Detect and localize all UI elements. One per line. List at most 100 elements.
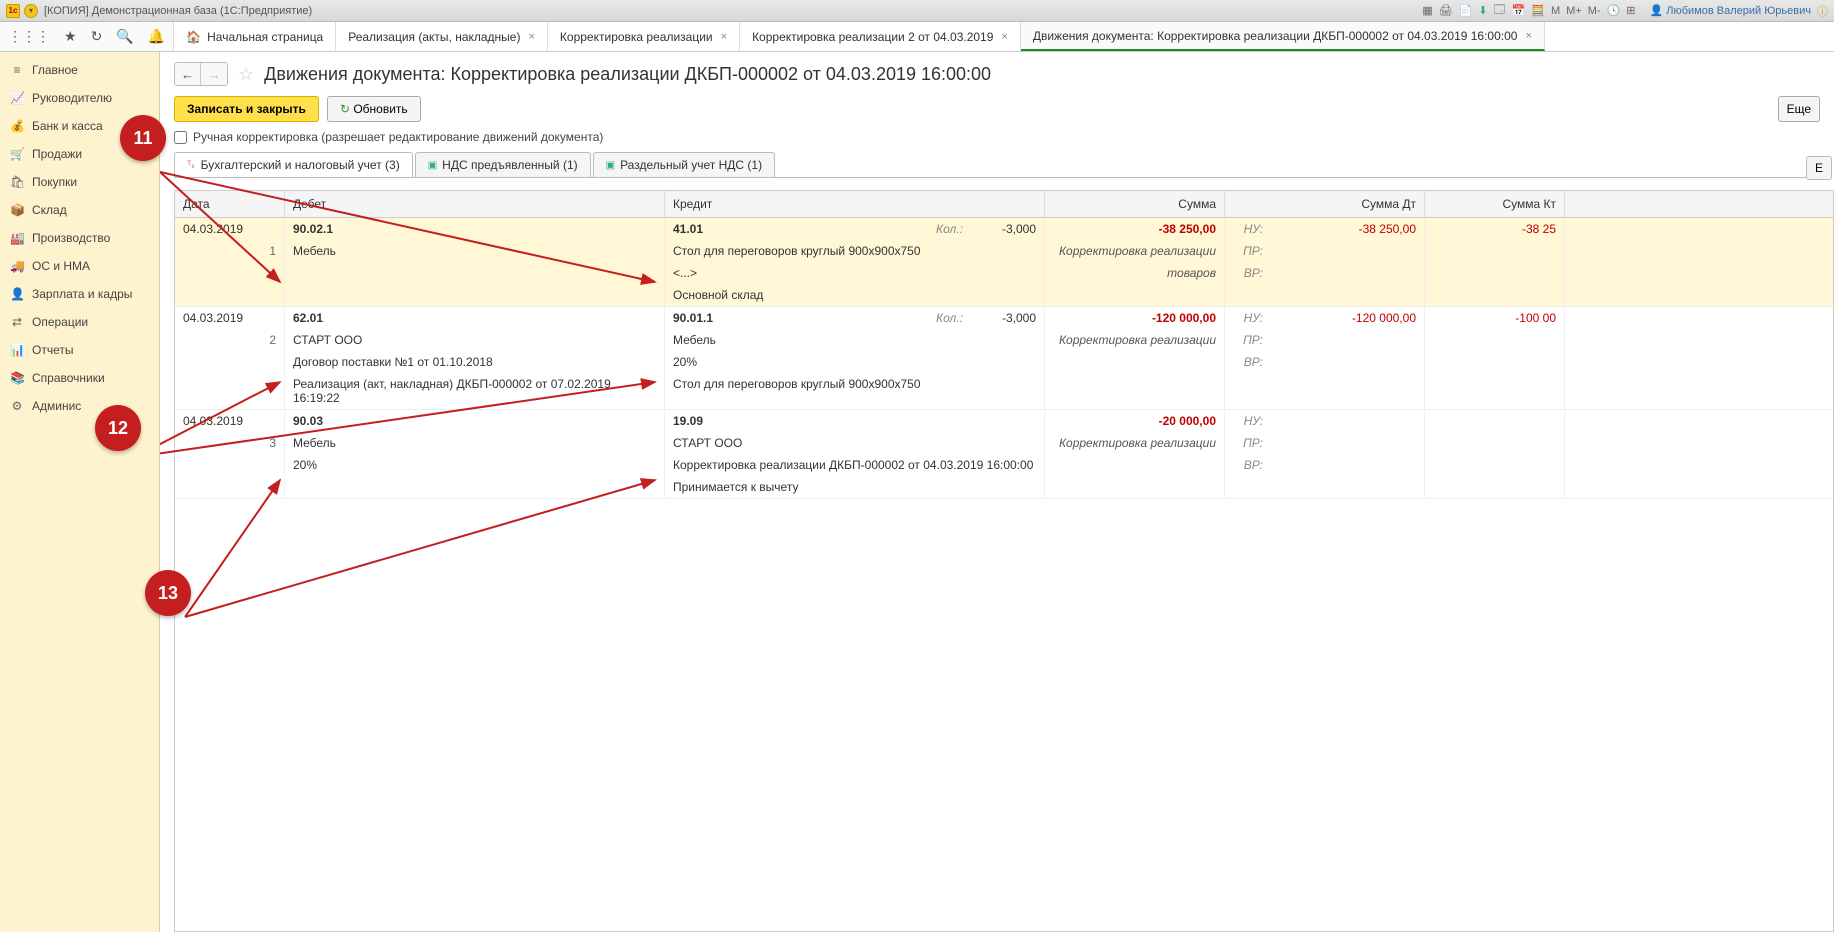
col-date[interactable]: Дата (175, 191, 285, 217)
sidebar-item[interactable]: ⚙ Админис (0, 392, 159, 420)
tab-close-icon[interactable]: × (1001, 31, 1007, 43)
sidebar-icon: ⚙ (10, 399, 24, 413)
app-tab[interactable]: Движения документа: Корректировка реализ… (1021, 22, 1545, 51)
app-menu-icon[interactable]: ▾ (24, 4, 38, 18)
app-tab[interactable]: Корректировка реализации 2 от 04.03.2019… (740, 22, 1021, 51)
sidebar-icon: 📈 (10, 91, 24, 105)
sidebar-item[interactable]: ⇄ Операции (0, 308, 159, 336)
sidebar-label: Справочники (32, 371, 105, 385)
accounting-entry[interactable]: 04.03.201962.0190.01.1Кол.:-3,000-120 00… (175, 307, 1833, 410)
user-label[interactable]: 👤 Любимов Валерий Юрьевич (1649, 4, 1811, 17)
star-icon[interactable]: ★ (64, 28, 77, 45)
info-icon[interactable]: ⓘ (1817, 3, 1828, 19)
windows-icon[interactable]: ⊞ (1626, 4, 1635, 17)
favorite-star-icon[interactable]: ☆ (238, 64, 254, 85)
accounting-entry[interactable]: 04.03.201990.0319.09-20 000,00НУ:3Мебель… (175, 410, 1833, 499)
inner-tab[interactable]: ▣НДС предъявленный (1) (415, 152, 591, 177)
search-icon[interactable]: 🔍 (116, 28, 133, 45)
col-credit[interactable]: Кредит (665, 191, 1045, 217)
sidebar-item[interactable]: 📚 Справочники (0, 364, 159, 392)
sidebar-label: ОС и НМА (32, 259, 90, 273)
sidebar-item[interactable]: 🛍 Покупки (0, 168, 159, 196)
tab-close-icon[interactable]: × (528, 31, 534, 43)
col-sum[interactable]: Сумма (1045, 191, 1225, 217)
mplus-label[interactable]: M+ (1566, 5, 1582, 17)
sidebar-icon: 🏭 (10, 231, 24, 245)
apps-grid-icon[interactable]: ⋮⋮⋮ (8, 28, 50, 45)
save-close-button[interactable]: Записать и закрыть (174, 96, 319, 122)
nav-forward-button[interactable]: → (201, 63, 227, 85)
sidebar-label: Отчеты (32, 343, 73, 357)
app-tab[interactable]: Корректировка реализации× (548, 22, 740, 51)
nav-back-forward: ← → (174, 62, 228, 86)
sidebar-icon: 📚 (10, 371, 24, 385)
sidebar-icon: ≡ (10, 63, 24, 77)
sidebar-item[interactable]: 🚚ОС и НМА (0, 252, 159, 280)
table-header: Дата Дебет Кредит Сумма Сумма Дт Сумма К… (175, 191, 1833, 218)
history-icon[interactable]: ↻ (91, 28, 103, 45)
content-area: ← → ☆ Движения документа: Корректировка … (160, 52, 1834, 932)
sidebar-label: Производство (32, 231, 110, 245)
sidebar-item[interactable]: 📈 Руководителю (0, 84, 159, 112)
sidebar-icon: 🛒 (10, 147, 24, 161)
inner-tab[interactable]: ▣Раздельный учет НДС (1) (593, 152, 775, 177)
movements-table: Дата Дебет Кредит Сумма Сумма Дт Сумма К… (174, 190, 1834, 932)
manual-edit-checkbox[interactable] (174, 131, 187, 144)
sidebar-label: Руководителю (32, 91, 112, 105)
download-icon[interactable]: ⬇ (1478, 4, 1487, 17)
manual-edit-label: Ручная корректировка (разрешает редактир… (193, 130, 603, 144)
clock-icon[interactable]: 🕓 (1607, 4, 1621, 17)
sidebar-label: Зарплата и кадры (32, 287, 132, 301)
sidebar-icon: ⇄ (10, 315, 24, 329)
sidebar-label: Склад (32, 203, 67, 217)
sidebar-item[interactable]: 🛒 Продажи (0, 140, 159, 168)
compare-icon[interactable]: 🗔 (1494, 1, 1506, 20)
sidebar-icon: 💰 (10, 119, 24, 133)
bell-icon[interactable]: 🔔 (148, 28, 165, 45)
tab-register-icon: ᵀₖ (187, 160, 196, 171)
page-title: Движения документа: Корректировка реализ… (264, 64, 991, 85)
sidebar-label: Продажи (32, 147, 82, 161)
tab-home[interactable]: Начальная страница (174, 22, 336, 51)
sidebar-item[interactable]: 🏭 Производство (0, 224, 159, 252)
accounting-entry[interactable]: 04.03.201990.02.141.01Кол.:-3,000-38 250… (175, 218, 1833, 307)
print-icon[interactable]: 🖨 (1439, 4, 1453, 17)
inner-tabs: ᵀₖБухгалтерский и налоговый учет (3)▣НДС… (160, 152, 1834, 177)
sidebar-item[interactable]: 📊 Отчеты (0, 336, 159, 364)
doc-icon[interactable]: 📄 (1459, 4, 1473, 17)
sidebar-label: Админис (32, 399, 81, 413)
more-button[interactable]: Еще (1778, 96, 1820, 122)
refresh-button[interactable]: Обновить (327, 96, 421, 122)
m-label[interactable]: M (1551, 5, 1560, 17)
sidebar-item[interactable]: 📦Склад (0, 196, 159, 224)
calc-icon[interactable]: 🧮 (1531, 4, 1545, 17)
mminus-label[interactable]: M- (1588, 5, 1601, 17)
titlebar: 1c ▾ [КОПИЯ] Демонстрационная база (1С:П… (0, 0, 1834, 22)
table-more-button[interactable]: Е (1806, 156, 1832, 180)
sidebar-item[interactable]: 👤 Зарплата и кадры (0, 280, 159, 308)
tab-close-icon[interactable]: × (1525, 30, 1531, 42)
quickbar: ⋮⋮⋮ ★ ↻ 🔍 🔔 (0, 22, 174, 51)
sidebar-item[interactable]: ≡ Главное (0, 56, 159, 84)
sidebar-label: Главное (32, 63, 78, 77)
col-sumdt[interactable]: Сумма Дт (1225, 191, 1425, 217)
grid-icon[interactable]: ▦ (1422, 4, 1432, 17)
sidebar-item[interactable]: 💰Банк и касса (0, 112, 159, 140)
tab-register-icon: ▣ (428, 160, 437, 171)
col-debit[interactable]: Дебет (285, 191, 665, 217)
sidebar-label: Операции (32, 315, 88, 329)
inner-tab[interactable]: ᵀₖБухгалтерский и налоговый учет (3) (174, 152, 413, 177)
calendar-icon[interactable]: 📅 (1512, 4, 1526, 17)
sidebar-icon: 🛍 (10, 175, 24, 189)
window-title: [КОПИЯ] Демонстрационная база (1С:Предпр… (44, 5, 312, 17)
tab-register-icon: ▣ (606, 160, 615, 171)
sidebar-icon: 📊 (10, 343, 24, 357)
sidebar-label: Покупки (32, 175, 77, 189)
nav-back-button[interactable]: ← (175, 63, 201, 85)
sidebar-icon: 👤 (10, 287, 24, 301)
titlebar-right-icons: ▦ 🖨 📄 ⬇ 🗔 📅 🧮 M M+ M- 🕓 ⊞ 👤 Любимов Вале… (1422, 1, 1828, 20)
col-sumkt[interactable]: Сумма Кт (1425, 191, 1565, 217)
app-tabs-bar: ⋮⋮⋮ ★ ↻ 🔍 🔔 Начальная страница Реализаци… (0, 22, 1834, 52)
tab-close-icon[interactable]: × (721, 31, 727, 43)
app-tab[interactable]: Реализация (акты, накладные)× (336, 22, 548, 51)
